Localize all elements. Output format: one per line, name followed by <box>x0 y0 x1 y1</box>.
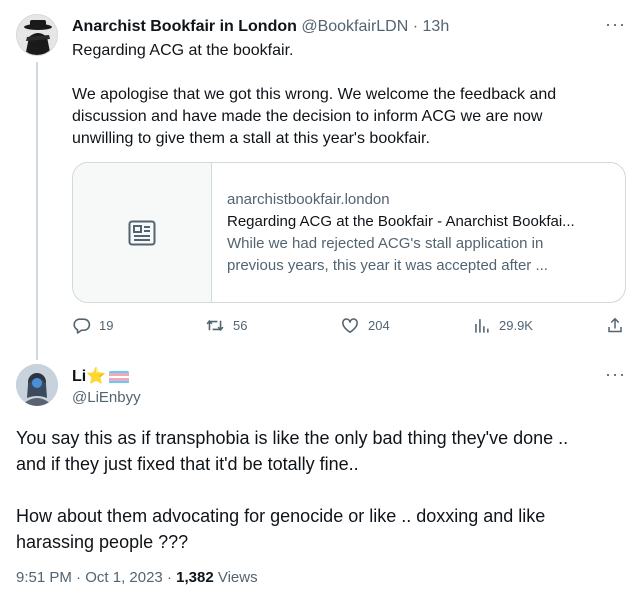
card-description-line: previous years, this year it was accepte… <box>227 257 548 274</box>
link-card[interactable]: anarchistbookfair.london Regarding ACG a… <box>72 162 626 303</box>
share-icon <box>608 317 622 333</box>
article-icon <box>128 220 156 245</box>
bookfair-avatar[interactable] <box>16 14 58 56</box>
author-name[interactable]: Anarchist Bookfair in London <box>72 18 297 35</box>
tweet1-header: Anarchist Bookfair in London @BookfairLD… <box>72 17 449 37</box>
heart-icon <box>342 318 358 334</box>
views-button[interactable]: 29.9K <box>472 316 533 335</box>
post-date[interactable]: Oct 1, 2023 <box>85 569 163 586</box>
card-description-line: While we had rejected ACG's stall applic… <box>227 235 544 252</box>
reply-count: 19 <box>99 318 114 333</box>
li-avatar[interactable] <box>16 364 58 406</box>
more-options-icon[interactable]: ··· <box>605 14 626 35</box>
author-handle[interactable]: @LiEnbyy <box>72 388 141 408</box>
separator: · <box>412 18 419 35</box>
views-chart-icon <box>475 319 489 333</box>
separator: · <box>166 569 172 586</box>
tweet-line: How about them advocating for genocide o… <box>16 506 546 526</box>
card-text: anarchistbookfair.london Regarding ACG a… <box>227 189 619 277</box>
tweet-line: You say this as if transphobia is like t… <box>16 428 569 448</box>
card-domain: anarchistbookfair.london <box>227 191 390 208</box>
card-thumbnail <box>73 163 212 302</box>
reply-button[interactable]: 19 <box>72 316 113 335</box>
trans-flag-icon <box>109 370 130 384</box>
card-title: Regarding ACG at the Bookfair - Anarchis… <box>227 213 575 230</box>
tweet-line: harassing people ??? <box>16 532 189 552</box>
author-name[interactable]: Li⭐ <box>72 367 106 387</box>
like-button[interactable]: 204 <box>340 316 390 335</box>
separator: · <box>76 569 82 586</box>
reply-icon <box>73 318 91 334</box>
views-count: 1,382 <box>176 569 214 586</box>
retweet-count: 56 <box>233 318 248 333</box>
tweet1-text: Regarding ACG at the bookfair. We apolog… <box>72 40 612 150</box>
thread-line <box>36 62 38 360</box>
flag-stripe <box>109 380 130 384</box>
tweet-meta: 9:51 PM · Oct 1, 2023 · 1,382 Views <box>16 568 258 588</box>
like-count: 204 <box>368 318 390 333</box>
tweet2-text: You say this as if transphobia is like t… <box>16 425 628 555</box>
tweet2-header: Li⭐ @LiEnbyy <box>72 367 141 408</box>
share-button[interactable] <box>606 316 624 335</box>
post-time[interactable]: 9:51 PM <box>16 569 72 586</box>
more-options-icon[interactable]: ··· <box>605 364 626 385</box>
tweet-line: Regarding ACG at the bookfair. <box>72 42 294 59</box>
tweet-line: We apologise that we got this wrong. We … <box>72 86 557 103</box>
retweet-icon <box>206 319 224 332</box>
tweet-line: and if they just fixed that it'd be tota… <box>16 454 359 474</box>
tweet-line: discussion and have made the decision to… <box>72 108 543 125</box>
tweet-actions: 19 56 204 29.9K <box>72 316 628 338</box>
author-handle[interactable]: @BookfairLDN <box>301 18 408 35</box>
tweet-time[interactable]: 13h <box>423 18 450 35</box>
views-label: Views <box>217 569 258 586</box>
tweet-line: unwilling to give them a stall at this y… <box>72 130 430 147</box>
views-count: 29.9K <box>499 318 533 333</box>
retweet-button[interactable]: 56 <box>205 316 247 335</box>
